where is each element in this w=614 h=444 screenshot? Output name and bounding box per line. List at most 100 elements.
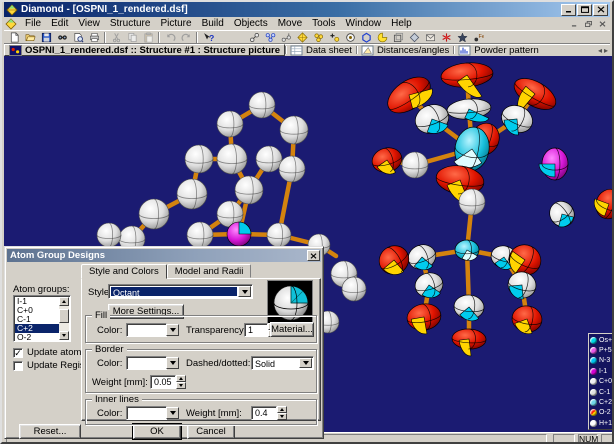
border-color-combobox[interactable]: [126, 356, 180, 370]
menu-structure[interactable]: Structure: [105, 17, 156, 30]
dashed-dotted-dropdown-icon[interactable]: [299, 358, 312, 368]
save-button[interactable]: [38, 31, 54, 44]
maximize-button[interactable]: [577, 4, 592, 16]
legend-item-os-0[interactable]: Os+0: [590, 335, 613, 345]
inner-weight-up-icon[interactable]: [277, 406, 287, 413]
border-weight-up-icon[interactable]: [176, 375, 186, 382]
child-close-button[interactable]: [595, 18, 609, 29]
dashed-dotted-combobox[interactable]: Solid: [251, 356, 314, 370]
inner-weight-value[interactable]: 0.4: [251, 406, 277, 420]
find-button[interactable]: [54, 31, 70, 44]
connectivity-button[interactable]: [278, 31, 294, 44]
menu-window[interactable]: Window: [341, 17, 387, 30]
border-weight-value[interactable]: 0.05: [150, 375, 176, 389]
rhomb-button[interactable]: [406, 31, 422, 44]
tab-distances-angles[interactable]: Distances/angles: [357, 44, 453, 56]
menu-edit[interactable]: Edit: [46, 17, 73, 30]
inner-color-combobox[interactable]: [126, 406, 180, 420]
atom-groups-listbox[interactable]: I-1C+0C-1C+2O-2: [13, 295, 71, 342]
add-atom-button[interactable]: [326, 31, 342, 44]
legend-item-n-3[interactable]: N-3: [590, 356, 613, 366]
packing-button[interactable]: [262, 31, 278, 44]
undo-icon: [165, 32, 176, 43]
envelope-button[interactable]: [422, 31, 438, 44]
menu-help[interactable]: Help: [386, 17, 417, 30]
help-button[interactable]: ?: [200, 31, 216, 44]
cell-button[interactable]: [390, 31, 406, 44]
legend-item-p-5[interactable]: P+5: [590, 345, 613, 355]
asterisk-red-icon: [441, 32, 452, 43]
sector-button[interactable]: [374, 31, 390, 44]
reset-button[interactable]: Reset...: [19, 424, 81, 439]
legend-item-o-2[interactable]: O-2: [590, 408, 613, 418]
redo-button[interactable]: [178, 31, 194, 44]
border-color-dropdown-icon[interactable]: [166, 357, 179, 369]
legend-item-i-1[interactable]: I-1: [590, 366, 613, 376]
document-icon[interactable]: [5, 18, 17, 29]
child-restore-button[interactable]: [581, 18, 595, 29]
undo-button[interactable]: [162, 31, 178, 44]
inner-weight-down-icon[interactable]: [277, 413, 287, 420]
border-weight-spinner[interactable]: 0.05: [150, 375, 186, 389]
atom-dot-button[interactable]: [342, 31, 358, 44]
cluster-button[interactable]: [310, 31, 326, 44]
menu-picture[interactable]: Picture: [155, 17, 196, 30]
menu-tools[interactable]: Tools: [307, 17, 340, 30]
tab-structure-picture[interactable]: OSPNI_1_rendered.dsf :: Structure #1 : S…: [4, 44, 285, 56]
legend-label: C+2: [599, 399, 612, 406]
update-atoms-checkbox-box[interactable]: ✓: [13, 348, 23, 358]
scroll-thumb[interactable]: [59, 309, 69, 323]
polyhedra-button[interactable]: [294, 31, 310, 44]
minimize-button[interactable]: [561, 4, 576, 16]
legend-item-c-0[interactable]: C+0: [590, 377, 613, 387]
scroll-down-icon[interactable]: [59, 331, 69, 340]
legend-label: N-3: [599, 357, 610, 364]
listbox-scrollbar[interactable]: [59, 297, 69, 340]
transparency-value[interactable]: 1: [244, 323, 268, 337]
scroll-up-icon[interactable]: [59, 297, 69, 306]
open-button[interactable]: [22, 31, 38, 44]
copy-button[interactable]: [124, 31, 140, 44]
inner-color-dropdown-icon[interactable]: [166, 407, 179, 419]
print-preview-button[interactable]: [70, 31, 86, 44]
new-button[interactable]: [6, 31, 22, 44]
molecule-button[interactable]: [246, 31, 262, 44]
tab-model-and-radii[interactable]: Model and Radii: [167, 264, 252, 278]
ok-button[interactable]: OK: [133, 424, 181, 439]
dialog-close-button[interactable]: [307, 250, 320, 261]
star-button[interactable]: [454, 31, 470, 44]
border-weight-down-icon[interactable]: [176, 382, 186, 389]
atom-group-item-o-2[interactable]: O-2: [15, 333, 59, 342]
close-button[interactable]: [593, 4, 608, 16]
style-dropdown-icon[interactable]: [238, 286, 251, 297]
tab-scroll-right-icon[interactable]: ▸: [604, 46, 608, 55]
update-registry-checkbox-box[interactable]: [13, 361, 23, 371]
child-minimize-button[interactable]: [567, 18, 581, 29]
legend-item-c-2[interactable]: C+2: [590, 397, 613, 407]
tab-powder-pattern[interactable]: Powder pattern: [454, 44, 542, 56]
tab-style-and-colors[interactable]: Style and Colors: [81, 264, 167, 279]
asterisk-red-button[interactable]: [438, 31, 454, 44]
fe-atom-button[interactable]: Fe: [470, 31, 486, 44]
inner-weight-spinner[interactable]: 0.4: [251, 406, 287, 420]
menu-build[interactable]: Build: [197, 17, 229, 30]
menu-objects[interactable]: Objects: [229, 17, 273, 30]
material-button[interactable]: Material...: [270, 322, 314, 337]
style-combobox[interactable]: Octant: [108, 284, 253, 299]
border-weight-label: Weight [mm]:: [92, 377, 148, 388]
paste-button[interactable]: [140, 31, 156, 44]
update-atoms-checkbox[interactable]: ✓ Update atoms: [13, 347, 86, 358]
menu-view[interactable]: View: [73, 17, 105, 30]
ring-button[interactable]: [358, 31, 374, 44]
tab-data-sheet[interactable]: Data sheet: [286, 44, 356, 56]
menu-file[interactable]: File: [20, 17, 46, 30]
legend-item-c-1[interactable]: C-1: [590, 387, 613, 397]
cut-button[interactable]: [108, 31, 124, 44]
legend-item-h-1[interactable]: H+1: [590, 418, 613, 428]
print-button[interactable]: [86, 31, 102, 44]
fill-color-combobox[interactable]: [126, 323, 180, 337]
tab-scroll-left-icon[interactable]: ◂: [598, 46, 602, 55]
cancel-button[interactable]: Cancel: [187, 424, 235, 439]
menu-move[interactable]: Move: [273, 17, 307, 30]
fill-color-dropdown-icon[interactable]: [166, 324, 179, 336]
